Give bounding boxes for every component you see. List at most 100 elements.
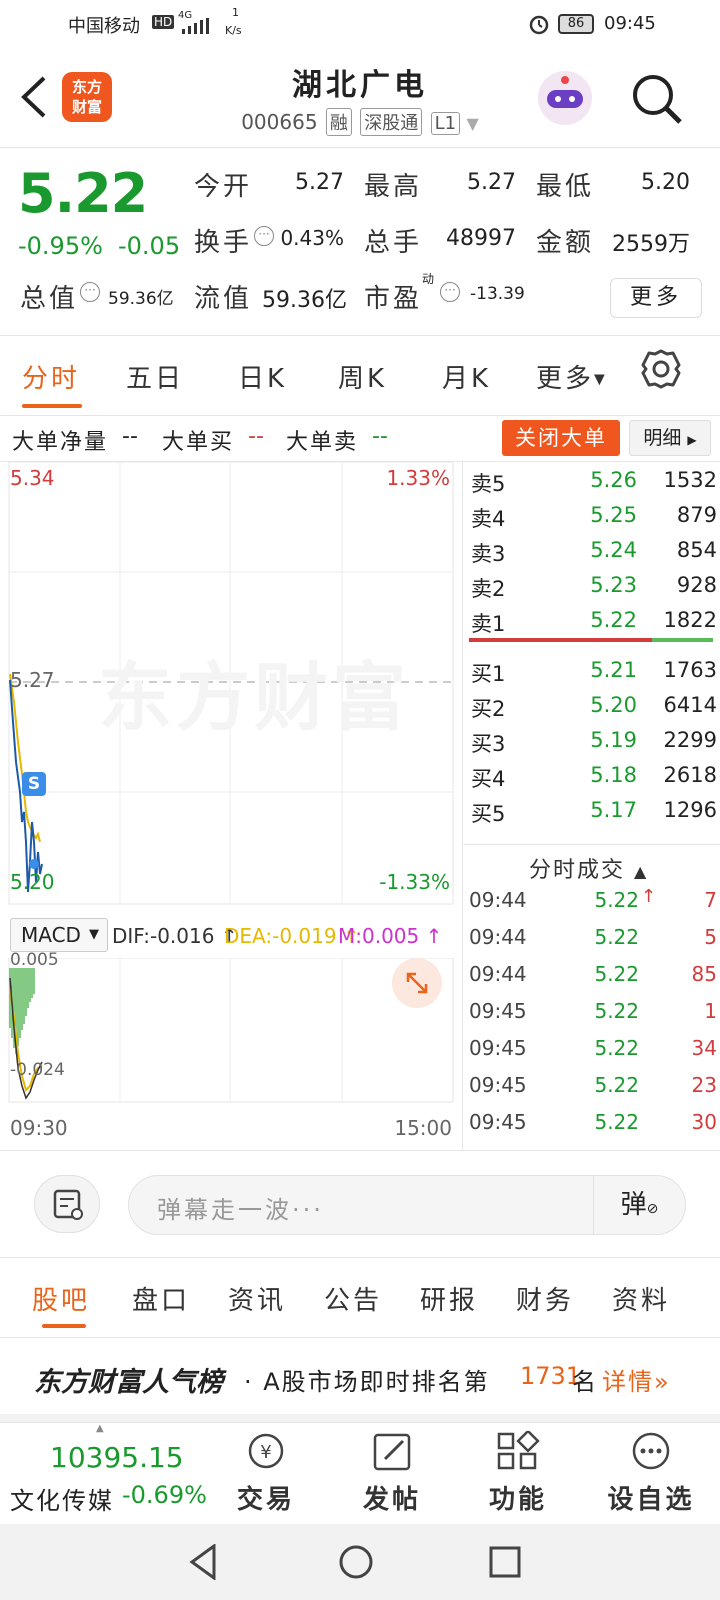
info-dots-icon[interactable]: ··· bbox=[440, 282, 460, 302]
tab-week-k[interactable]: 周K bbox=[338, 358, 387, 395]
info-dots-icon[interactable]: ··· bbox=[80, 282, 100, 302]
active-tab-indicator bbox=[22, 404, 82, 408]
clock: 09:45 bbox=[604, 13, 656, 34]
bid-volume: 1763 bbox=[663, 658, 717, 682]
system-back-icon[interactable] bbox=[188, 1544, 218, 1580]
tab-board[interactable]: 盘口 bbox=[132, 1280, 190, 1317]
tab-finance[interactable]: 财务 bbox=[516, 1280, 574, 1317]
more-dots-icon bbox=[632, 1432, 670, 1470]
ranking-suffix: 名 bbox=[572, 1368, 596, 1396]
high-value: 5.27 bbox=[467, 170, 516, 195]
bottom-navigation: ▲ 10395.15 文化传媒 -0.69% ¥ 交易 发帖 功能 设自选 bbox=[0, 1422, 720, 1524]
tab-profile[interactable]: 资料 bbox=[612, 1280, 670, 1317]
trade-row: 09:44 5.22 5 bbox=[469, 919, 717, 956]
bid-row[interactable]: 买3 5.19 2299 bbox=[471, 722, 717, 758]
float-label: 流值 bbox=[194, 284, 253, 314]
trades-title[interactable]: 分时成交 ▲ bbox=[529, 852, 648, 884]
robot-assistant-icon[interactable] bbox=[535, 68, 595, 128]
indicator-select[interactable]: MACD ▼ bbox=[10, 918, 108, 952]
nav-functions[interactable]: 功能 bbox=[468, 1429, 568, 1516]
system-recents-icon[interactable] bbox=[488, 1544, 522, 1580]
carrier: 中国移动 bbox=[68, 16, 140, 37]
caret-up-icon: ▲ bbox=[634, 862, 649, 881]
tab-forum[interactable]: 股吧 bbox=[32, 1280, 90, 1317]
trade-time: 09:45 bbox=[469, 999, 527, 1023]
tab-day-k[interactable]: 日K bbox=[238, 358, 287, 395]
close-big-order-button[interactable]: 关闭大单 bbox=[502, 420, 620, 456]
danmu-label: 弹 bbox=[620, 1190, 647, 1220]
sell-marker-badge[interactable]: S bbox=[22, 772, 46, 796]
ask-price: 5.23 bbox=[590, 573, 637, 597]
volume-value: 48997 bbox=[446, 226, 516, 251]
trade-time: 09:44 bbox=[469, 925, 527, 949]
detail-button[interactable]: 明细 ▶ bbox=[629, 420, 711, 456]
ask-level: 卖1 bbox=[471, 612, 506, 636]
order-book: 卖5 5.26 1532 卖4 5.25 879 卖3 5.24 854 卖2 5.23 928… bbox=[462, 462, 720, 844]
big-net-label: 大单净量 bbox=[12, 430, 109, 455]
battery-level: 86 bbox=[567, 16, 585, 31]
trade-volume: 5 bbox=[704, 925, 717, 949]
index-value[interactable]: 10395.15 bbox=[50, 1441, 184, 1474]
battery-icon: 86 bbox=[558, 14, 594, 34]
tag-margin: 融 bbox=[325, 108, 352, 136]
ask-row[interactable]: 卖3 5.24 854 bbox=[471, 532, 717, 568]
danmu-toggle-button[interactable]: 弹⊘ bbox=[593, 1176, 685, 1234]
m-value: M:0.005 ↑ bbox=[338, 924, 442, 948]
trade-volume: 30 bbox=[691, 1110, 717, 1134]
trade-row: 09:44 5.22 ↑ 7 bbox=[469, 882, 717, 919]
turnover-value: 0.43% bbox=[280, 226, 344, 250]
big-buy-value: -- bbox=[248, 424, 264, 449]
dea-text: DEA:-0.019 bbox=[224, 924, 337, 948]
pe-superscript: 动 bbox=[422, 272, 435, 286]
intraday-chart[interactable]: 东方财富 5.34 1.33% 5.27 5.20 -1.33% S bbox=[8, 462, 462, 914]
ask-row[interactable]: 卖1 5.22 1822 bbox=[471, 602, 717, 638]
indicator-select-label: MACD bbox=[21, 923, 81, 947]
danmu-input[interactable]: 弹幕走一波··· 弹⊘ bbox=[128, 1175, 686, 1235]
bid-row[interactable]: 买5 5.17 1296 bbox=[471, 792, 717, 828]
nav-post[interactable]: 发帖 bbox=[342, 1431, 442, 1516]
tab-more[interactable]: 更多▼ bbox=[536, 358, 608, 395]
bid-row[interactable]: 买1 5.21 1763 bbox=[471, 652, 717, 688]
bid-level: 买1 bbox=[471, 662, 506, 686]
dif-text: DIF:-0.016 bbox=[112, 924, 215, 948]
ask-price: 5.26 bbox=[590, 468, 637, 492]
axis-mid-price: 5.27 bbox=[10, 668, 55, 692]
macd-top-value: 0.005 bbox=[10, 950, 59, 970]
tick-trades: 分时成交 ▲ 09:44 5.22 ↑ 7 09:44 5.22 5 09:44 5.22 8… bbox=[462, 844, 720, 1150]
gear-icon[interactable] bbox=[640, 348, 682, 390]
more-quote-button[interactable]: 更多 bbox=[610, 278, 702, 318]
dif-value: DIF:-0.016 ↑ bbox=[112, 924, 238, 948]
up-arrow-icon: ↑ bbox=[425, 924, 443, 948]
ask-row[interactable]: 卖2 5.23 928 bbox=[471, 567, 717, 603]
popularity-ranking[interactable]: 东方财富人气榜 · A股市场即时排名第 1731 名 详情» bbox=[0, 1338, 720, 1422]
tab-month-k[interactable]: 月K bbox=[442, 358, 491, 395]
bid-row[interactable]: 买4 5.18 2618 bbox=[471, 757, 717, 793]
trade-time: 09:45 bbox=[469, 1036, 527, 1060]
signal-icon bbox=[182, 18, 209, 34]
ask-level: 卖3 bbox=[471, 542, 506, 566]
quote-panel: 5.22 -0.95% -0.05 今开 5.27 最高 5.27 最低 5.2… bbox=[0, 150, 720, 336]
ask-row[interactable]: 卖4 5.25 879 bbox=[471, 497, 717, 533]
trade-price: 5.22 bbox=[594, 1073, 639, 1097]
time-start: 09:30 bbox=[10, 1116, 68, 1140]
tab-five-day[interactable]: 五日 bbox=[126, 358, 184, 395]
search-icon[interactable] bbox=[630, 72, 684, 126]
nav-add-watchlist[interactable]: 设自选 bbox=[596, 1431, 706, 1516]
tab-intraday[interactable]: 分时 bbox=[22, 358, 80, 395]
ranking-detail-link[interactable]: 详情» bbox=[602, 1362, 671, 1397]
big-sell-label: 大单卖 bbox=[286, 430, 359, 455]
stock-code-row[interactable]: 000665 融 深股通 L1 ▼ bbox=[0, 108, 720, 136]
detail-label: 明细 bbox=[643, 427, 682, 449]
axis-top-price: 5.34 bbox=[10, 466, 55, 490]
tab-news[interactable]: 资讯 bbox=[228, 1280, 286, 1317]
system-home-icon[interactable] bbox=[338, 1544, 374, 1580]
danmu-settings-button[interactable] bbox=[34, 1175, 100, 1233]
macd-chart[interactable]: 0.005 -0.024 bbox=[8, 950, 462, 1104]
ask-row[interactable]: 卖5 5.26 1532 bbox=[471, 462, 717, 498]
nav-trade[interactable]: ¥ 交易 bbox=[216, 1431, 316, 1516]
bid-row[interactable]: 买2 5.20 6414 bbox=[471, 687, 717, 723]
expand-icon[interactable] bbox=[392, 958, 442, 1008]
tab-announcements[interactable]: 公告 bbox=[324, 1280, 382, 1317]
tab-research[interactable]: 研报 bbox=[420, 1280, 478, 1317]
change-amount: -0.05 bbox=[118, 232, 181, 260]
